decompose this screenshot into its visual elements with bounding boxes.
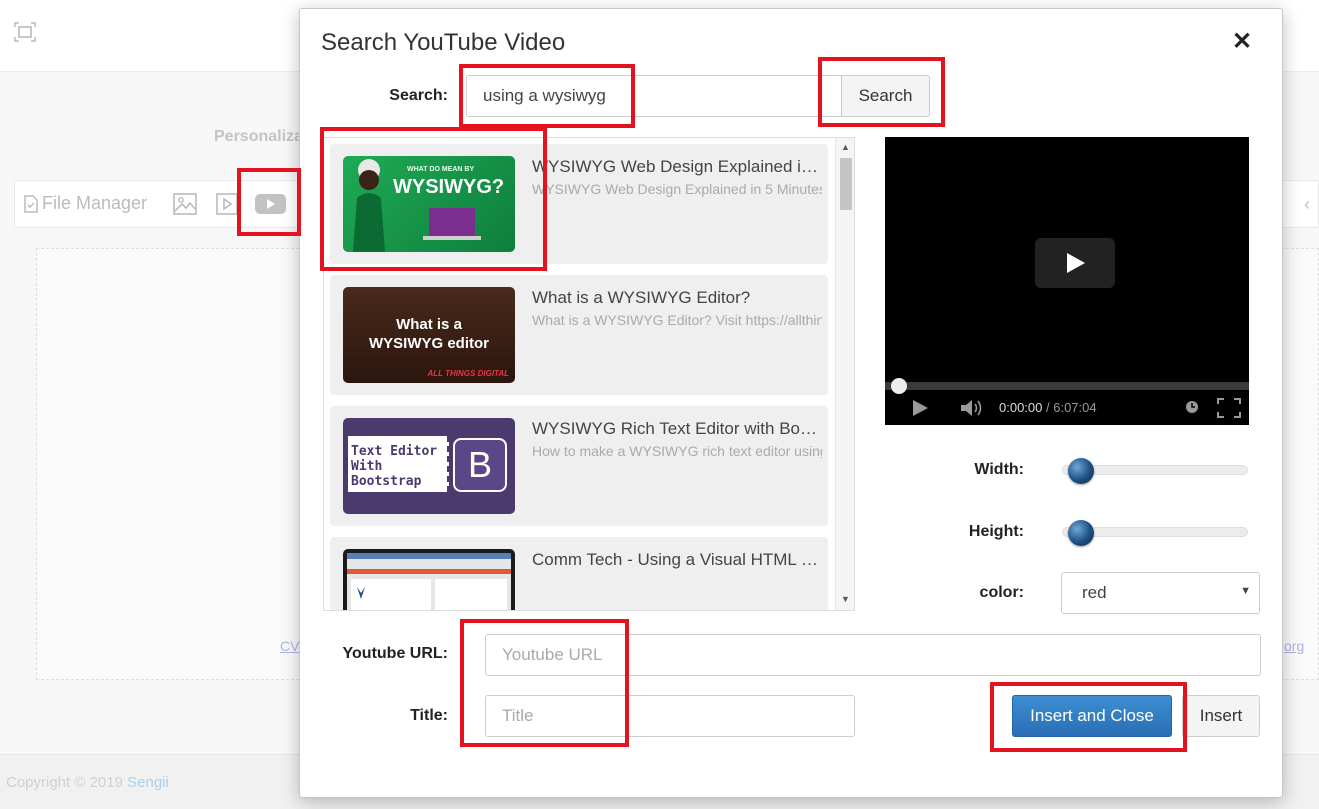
file-icon (24, 194, 38, 213)
width-label: Width: (974, 461, 1024, 478)
result-description: WYSIWYG Web Design Explained in 5 Minute… (532, 181, 822, 197)
result-title[interactable]: WYSIWYG Web Design Explained in 5 Minute… (532, 157, 822, 177)
result-description: How to make a WYSIWYG rich text editor u… (532, 443, 822, 459)
close-icon[interactable]: ✕ (1228, 29, 1256, 57)
chevron-down-icon: ▼ (1240, 585, 1251, 597)
results-scrollbar[interactable]: ▲ ▼ (835, 138, 854, 610)
highlight-search-input (459, 64, 635, 128)
video-progress-bar[interactable] (885, 382, 1249, 390)
color-select-value: red (1082, 583, 1107, 602)
copyright-text: Copyright © 2019 Sengii (6, 774, 169, 791)
play-icon (1067, 253, 1085, 273)
big-play-button[interactable] (1035, 238, 1115, 288)
video-preview-player[interactable]: 0:00:00 / 6:07:04 (885, 137, 1249, 425)
highlight-first-result (320, 127, 547, 271)
fullscreen-icon[interactable] (1217, 398, 1241, 418)
insert-button[interactable]: Insert (1182, 695, 1260, 737)
expand-icon[interactable] (14, 22, 36, 42)
scrollbar-thumb[interactable] (840, 158, 852, 210)
dialog-title: Search YouTube Video (321, 29, 566, 56)
thumbnail-2-subtext: ALL THINGS DIGITAL (427, 369, 509, 378)
height-label: Height: (968, 523, 1024, 540)
play-icon[interactable] (911, 399, 929, 417)
result-item-2[interactable]: What is a WYSIWYG editor ALL THINGS DIGI… (330, 275, 828, 395)
youtube-url-label: Youtube URL: (342, 645, 448, 662)
result-thumbnail-2[interactable]: What is a WYSIWYG editor ALL THINGS DIGI… (343, 287, 515, 383)
file-manager-button[interactable]: File Manager (24, 193, 147, 214)
thumbnail-3-text: Text Editor With Bootstrap (348, 436, 449, 492)
thumbnail-2-text: What is a WYSIWYG editor (369, 316, 489, 352)
color-select[interactable]: red ▼ (1061, 572, 1260, 614)
video-time-display: 0:00:00 / 6:07:04 (999, 400, 1097, 415)
result-thumbnail-3[interactable]: Text Editor With Bootstrap B (343, 418, 515, 514)
video-icon[interactable] (216, 193, 238, 215)
video-duration: / 6:07:04 (1046, 400, 1097, 415)
chevron-left-icon[interactable]: ‹ (1304, 194, 1310, 215)
personalize-tab[interactable]: Personaliza (214, 128, 303, 146)
highlight-youtube-icon (237, 168, 301, 236)
scroll-up-icon[interactable]: ▲ (841, 142, 850, 152)
result-description: What is a WYSIWYG Editor? Visit https://… (532, 312, 822, 328)
result-item-4[interactable]: Comm Tech - Using a Visual HTML Editor (330, 537, 828, 610)
background-link-left[interactable]: CV (280, 638, 299, 654)
highlight-search-button (818, 57, 945, 127)
width-slider-handle[interactable] (1068, 458, 1094, 484)
highlight-url-title-inputs (460, 619, 629, 747)
current-time: 0:00:00 (999, 400, 1043, 415)
thumbnail-4-art (347, 553, 511, 610)
search-label: Search: (389, 87, 448, 104)
highlight-insert-close-button (990, 682, 1187, 752)
height-slider-handle[interactable] (1068, 520, 1094, 546)
result-title[interactable]: WYSIWYG Rich Text Editor with Bootstrap (532, 419, 822, 439)
clock-icon[interactable] (1185, 400, 1199, 414)
volume-icon[interactable] (960, 399, 984, 417)
title-label: Title: (410, 707, 448, 724)
result-thumbnail-4[interactable] (343, 549, 515, 610)
result-title[interactable]: Comm Tech - Using a Visual HTML Editor (532, 550, 822, 570)
color-label: color: (979, 584, 1024, 601)
bootstrap-logo: B (453, 438, 507, 492)
result-title[interactable]: What is a WYSIWYG Editor? (532, 288, 822, 308)
background-link-right[interactable]: org (1284, 638, 1304, 654)
scroll-down-icon[interactable]: ▼ (841, 594, 850, 604)
image-icon[interactable] (173, 193, 197, 215)
video-progress-handle[interactable] (891, 378, 907, 394)
copyright-link[interactable]: Sengii (127, 774, 169, 791)
result-item-3[interactable]: Text Editor With Bootstrap B WYSIWYG Ric… (330, 406, 828, 526)
file-manager-label: File Manager (42, 193, 148, 213)
